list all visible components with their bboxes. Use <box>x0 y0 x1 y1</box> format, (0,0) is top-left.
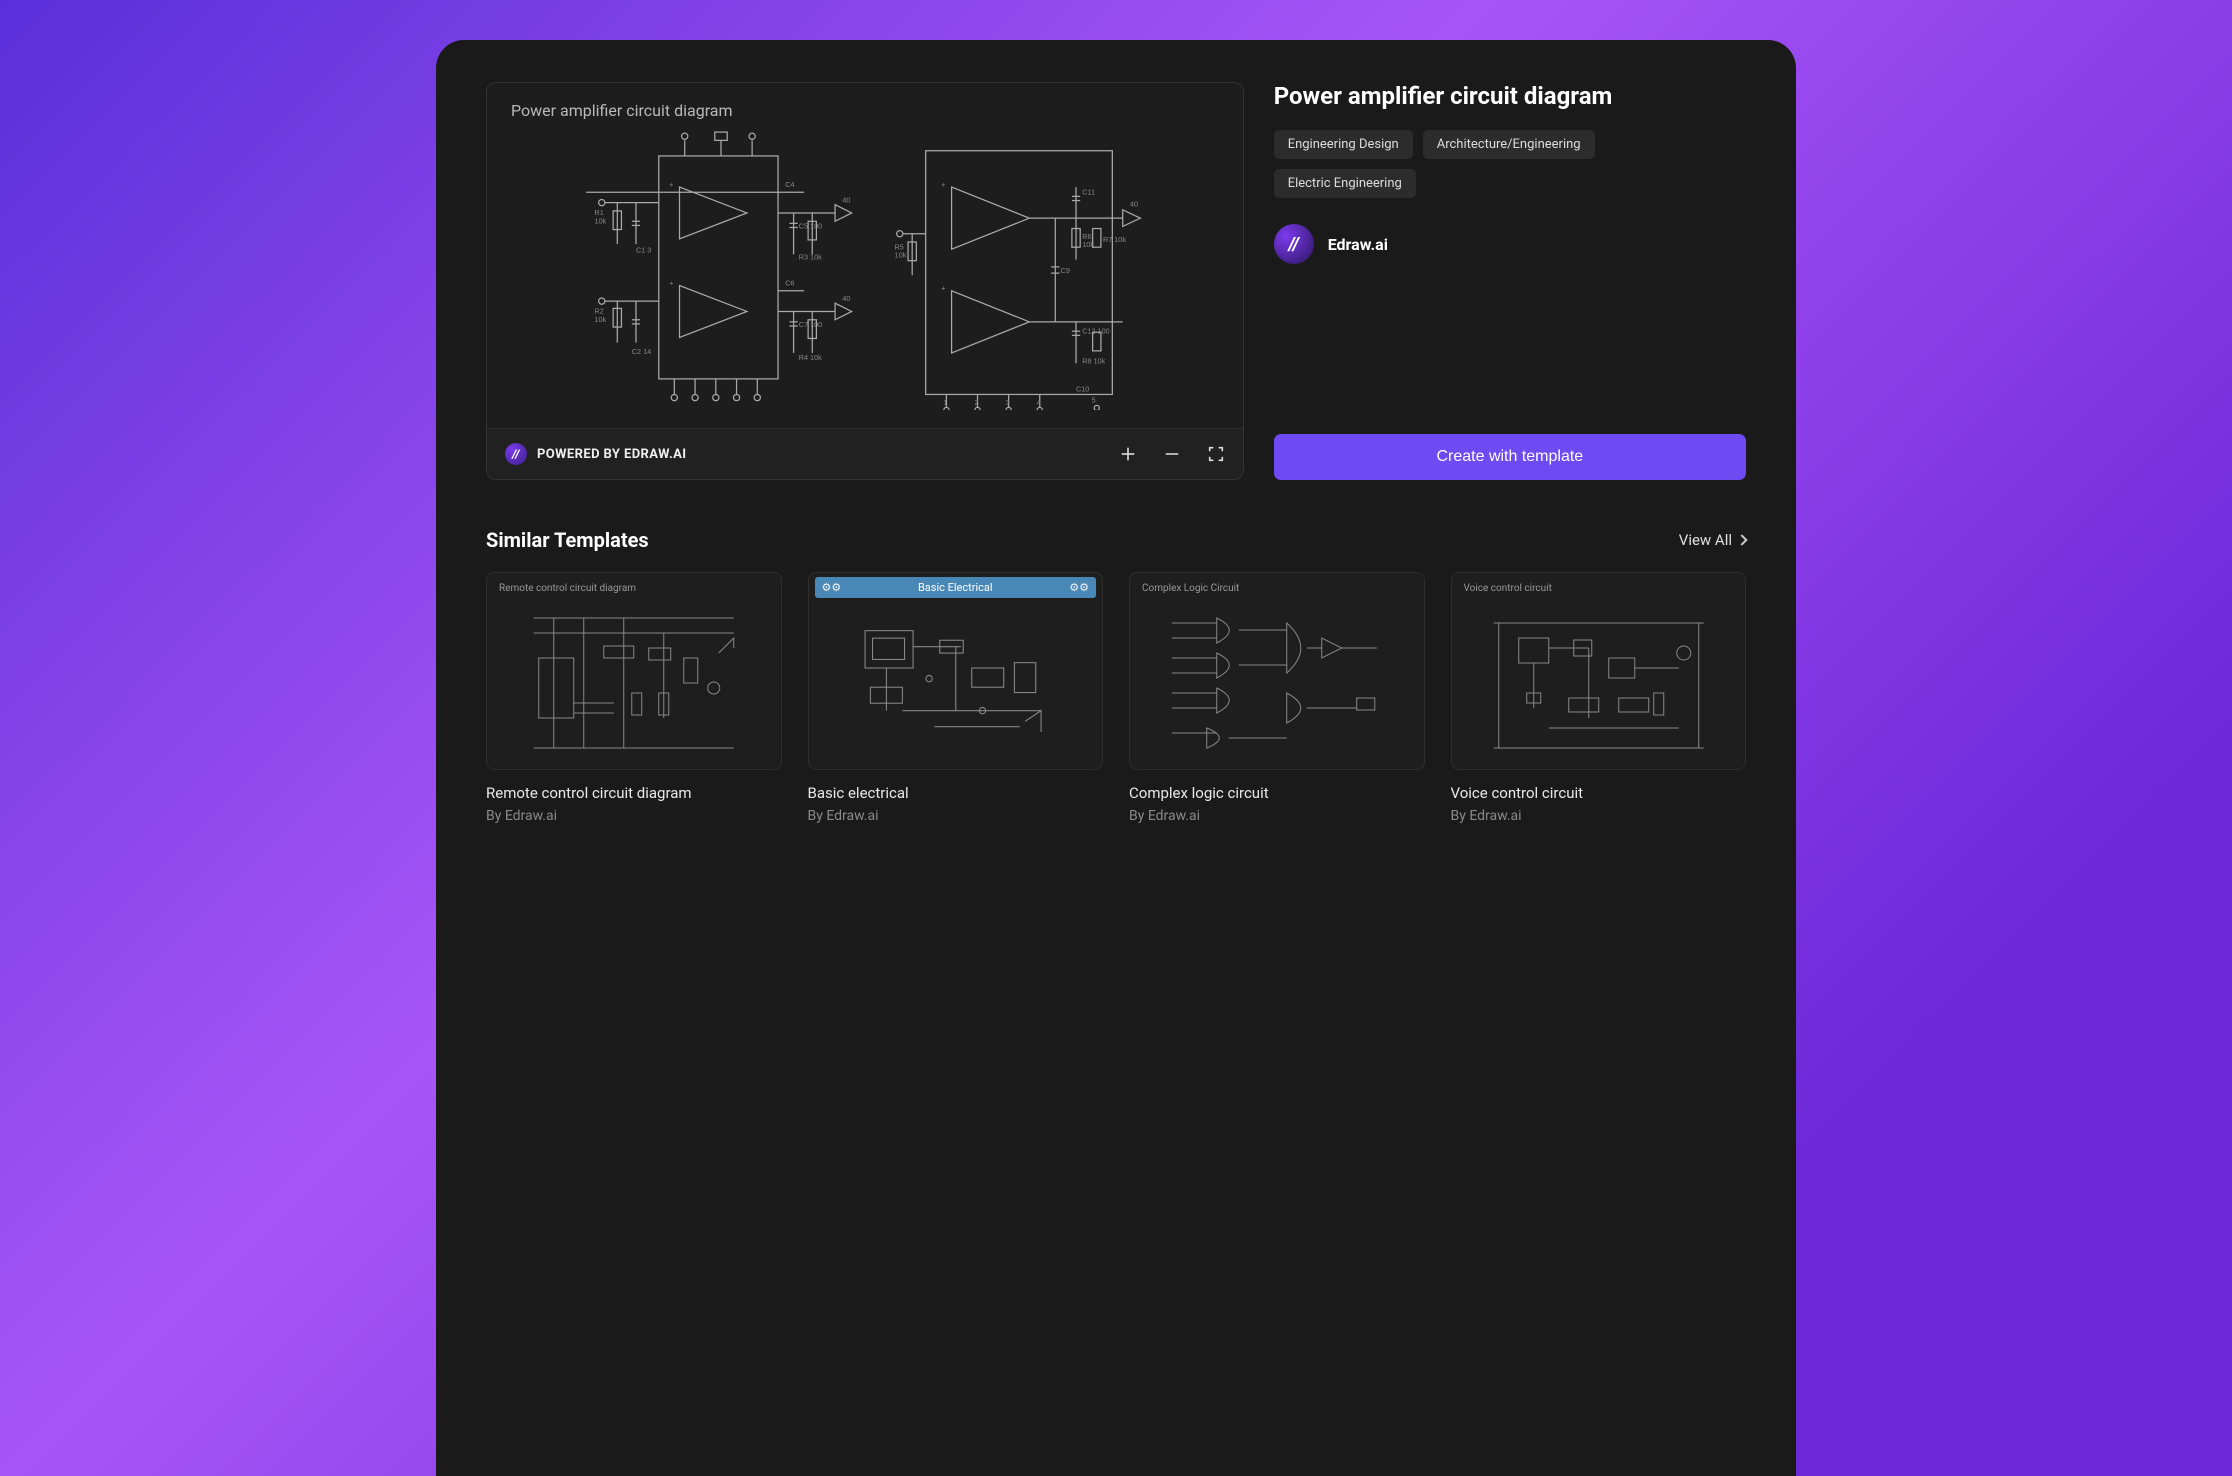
svg-text:4: 4 <box>1036 398 1040 407</box>
svg-text:1: 1 <box>943 398 947 407</box>
gear-icon: ⚙⚙ <box>1066 581 1092 594</box>
template-card: Complex Logic Circuit <box>1129 572 1425 824</box>
powered-by-label: POWERED BY EDRAW.AI <box>537 447 687 462</box>
author-row[interactable]: // Edraw.ai <box>1274 224 1746 264</box>
template-thumb-voice-control[interactable]: Voice control circuit <box>1451 572 1747 770</box>
template-name: Remote control circuit diagram <box>486 784 782 802</box>
svg-text:10k: 10k <box>894 251 906 260</box>
diagram-preview[interactable]: Power amplifier circuit diagram C3 100 <box>487 83 1243 428</box>
template-name: Basic electrical <box>808 784 1104 802</box>
top-row: Power amplifier circuit diagram C3 100 <box>486 82 1746 480</box>
svg-text:10k: 10k <box>594 315 606 324</box>
svg-text:5: 5 <box>1091 396 1095 405</box>
app-window: Power amplifier circuit diagram C3 100 <box>436 40 1796 1476</box>
thumb-title: Voice control circuit <box>1464 583 1734 594</box>
zoom-out-icon[interactable] <box>1163 445 1181 463</box>
diagram-inner-title: Power amplifier circuit diagram <box>511 101 1219 120</box>
template-author: By Edraw.ai <box>1451 808 1747 824</box>
tag-architecture-engineering[interactable]: Architecture/Engineering <box>1423 130 1595 159</box>
template-name: Complex logic circuit <box>1129 784 1425 802</box>
svg-text:R8 10k: R8 10k <box>1082 356 1105 365</box>
svg-text:+: + <box>941 284 945 293</box>
svg-text:C7 100: C7 100 <box>799 320 822 329</box>
template-author: By Edraw.ai <box>808 808 1104 824</box>
tag-engineering-design[interactable]: Engineering Design <box>1274 130 1413 159</box>
template-name: Voice control circuit <box>1451 784 1747 802</box>
svg-text:3: 3 <box>1005 398 1009 407</box>
similar-header: Similar Templates View All <box>486 528 1746 552</box>
svg-text:40: 40 <box>842 294 850 303</box>
chevron-right-icon <box>1736 534 1747 545</box>
tag-list: Engineering Design Architecture/Engineer… <box>1274 130 1746 198</box>
template-card: Voice control circuit Voice control circ… <box>1451 572 1747 824</box>
preview-toolbar: // POWERED BY EDRAW.AI <box>487 428 1243 479</box>
template-author: By Edraw.ai <box>486 808 782 824</box>
svg-text:C5 100: C5 100 <box>799 222 822 231</box>
svg-text:R7 10k: R7 10k <box>1103 235 1126 244</box>
svg-text:C10: C10 <box>1076 384 1089 393</box>
circuit-thumb-icon <box>499 598 769 758</box>
view-all-link[interactable]: View All <box>1679 531 1746 549</box>
svg-text:2: 2 <box>974 398 978 407</box>
svg-text:40: 40 <box>842 196 850 205</box>
svg-text:10k: 10k <box>594 216 606 225</box>
view-all-label: View All <box>1679 531 1732 549</box>
thumb-title: Remote control circuit diagram <box>499 583 769 594</box>
svg-text:C9: C9 <box>1060 266 1069 275</box>
svg-text:C4: C4 <box>785 180 794 189</box>
similar-heading: Similar Templates <box>486 528 649 552</box>
svg-text:+: + <box>941 180 945 189</box>
svg-text:C6: C6 <box>785 279 794 288</box>
svg-text:R4 10k: R4 10k <box>799 353 822 362</box>
author-name: Edraw.ai <box>1328 235 1388 254</box>
author-logo-icon: // <box>1274 224 1314 264</box>
circuit-thumb-icon <box>1142 598 1412 758</box>
svg-text:C1 3: C1 3 <box>636 245 651 254</box>
template-thumb-remote[interactable]: Remote control circuit diagram <box>486 572 782 770</box>
svg-text:+: + <box>669 279 673 288</box>
preview-panel: Power amplifier circuit diagram C3 100 <box>486 82 1244 480</box>
template-thumb-complex-logic[interactable]: Complex Logic Circuit <box>1129 572 1425 770</box>
svg-text:R3 10k: R3 10k <box>799 253 822 262</box>
edraw-logo-icon: // <box>505 443 527 465</box>
toolbar-icons <box>1119 445 1225 463</box>
svg-text:40: 40 <box>1130 200 1138 209</box>
svg-text:C11: C11 <box>1082 187 1095 196</box>
detail-panel: Power amplifier circuit diagram Engineer… <box>1274 82 1746 480</box>
svg-text:C3 100: C3 100 <box>726 130 749 132</box>
powered-by: // POWERED BY EDRAW.AI <box>505 443 687 465</box>
tag-electric-engineering[interactable]: Electric Engineering <box>1274 169 1416 198</box>
template-title: Power amplifier circuit diagram <box>1274 82 1746 110</box>
template-card: Remote control circuit diagram Remote co… <box>486 572 782 824</box>
thumb-title: Complex Logic Circuit <box>1142 583 1412 594</box>
zoom-in-icon[interactable] <box>1119 445 1137 463</box>
template-thumb-basic-electrical[interactable]: ⚙⚙ Basic Electrical ⚙⚙ <box>808 572 1104 770</box>
template-card: ⚙⚙ Basic Electrical ⚙⚙ Basic electrical … <box>808 572 1104 824</box>
thumb-title: Basic Electrical <box>918 581 993 594</box>
svg-text:C2 14: C2 14 <box>632 347 651 356</box>
circuit-wrap: C3 100 + + <box>511 130 1219 410</box>
svg-text:+: + <box>669 180 673 189</box>
circuit-right: 1234 5C10 + + R510k C9 C <box>889 130 1149 410</box>
gear-icon: ⚙⚙ <box>819 581 845 594</box>
circuit-thumb-icon <box>1464 598 1734 758</box>
template-author: By Edraw.ai <box>1129 808 1425 824</box>
svg-text:C12 100: C12 100 <box>1082 326 1109 335</box>
thumb-header-bar: ⚙⚙ Basic Electrical ⚙⚙ <box>815 577 1097 598</box>
create-with-template-button[interactable]: Create with template <box>1274 434 1746 480</box>
similar-cards: Remote control circuit diagram Remote co… <box>486 572 1746 824</box>
circuit-thumb-icon <box>821 604 1091 764</box>
circuit-left: C3 100 + + <box>581 130 861 410</box>
fullscreen-icon[interactable] <box>1207 445 1225 463</box>
